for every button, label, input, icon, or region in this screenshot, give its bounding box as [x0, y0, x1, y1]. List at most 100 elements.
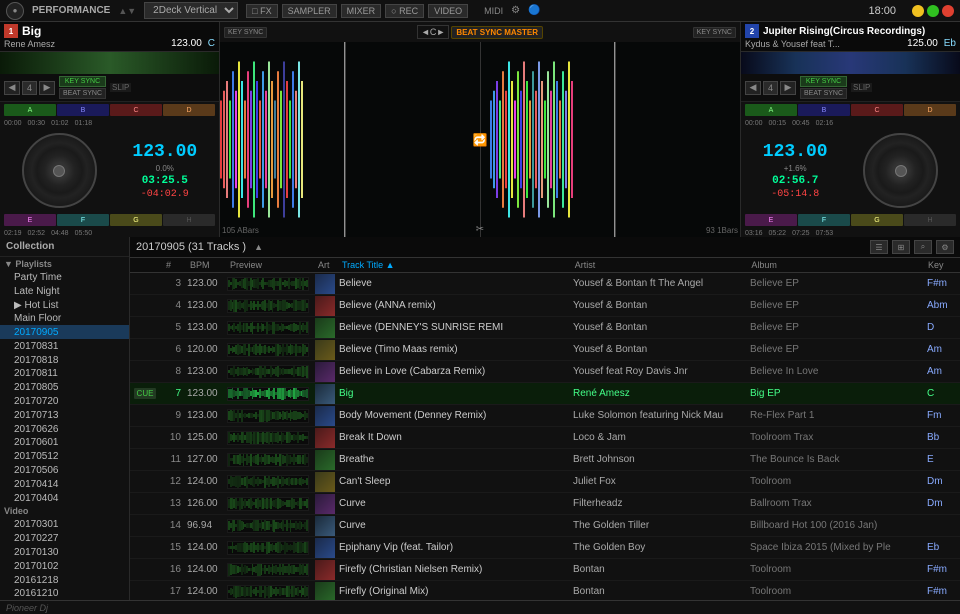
- track-preview[interactable]: [224, 563, 312, 577]
- track-row[interactable]: CUE 7 123.00 Big René Amesz Big EP C: [130, 383, 960, 405]
- sidebar-item-hot-list[interactable]: ▶ Hot List: [0, 298, 129, 312]
- col-album[interactable]: Album: [747, 260, 924, 270]
- tracks-scroll[interactable]: 3 123.00 Believe Yousef & Bontan ft The …: [130, 273, 960, 600]
- sidebar-item-20170404[interactable]: 20170404: [0, 491, 129, 505]
- beat-sync-master[interactable]: BEAT SYNC MASTER: [451, 26, 543, 39]
- sidebar-item-20170905[interactable]: 20170905: [0, 325, 129, 339]
- sidebar-item-20170130[interactable]: 20170130: [0, 545, 129, 559]
- track-preview[interactable]: [224, 453, 312, 467]
- track-row[interactable]: 11 127.00 Breathe Brett Johnson The Boun…: [130, 449, 960, 471]
- col-key[interactable]: Key: [924, 260, 960, 270]
- sidebar-item-playlists[interactable]: ▼ Playlists: [0, 257, 129, 270]
- deck1-hcue-e[interactable]: E: [4, 214, 56, 226]
- track-preview[interactable]: [224, 277, 312, 291]
- track-preview[interactable]: [224, 299, 312, 313]
- deck2-beat-sync[interactable]: BEAT SYNC: [800, 88, 847, 99]
- track-row[interactable]: 5 123.00 Believe (DENNEY'S SUNRISE REMI …: [130, 317, 960, 339]
- sidebar-item-20170818[interactable]: 20170818: [0, 353, 129, 367]
- track-preview[interactable]: [224, 321, 312, 335]
- mixer-button[interactable]: MIXER: [341, 4, 382, 18]
- deck2-hcue-h[interactable]: H: [904, 214, 956, 226]
- deck1-hcue-a[interactable]: A: [4, 104, 56, 116]
- track-preview[interactable]: [224, 387, 312, 401]
- sidebar-item-20170512[interactable]: 20170512: [0, 449, 129, 463]
- sidebar-item-20170414[interactable]: 20170414: [0, 477, 129, 491]
- deck1-beat-sync[interactable]: BEAT SYNC: [59, 88, 106, 99]
- track-row[interactable]: 17 124.00 Firefly (Original Mix) Bontan …: [130, 581, 960, 600]
- deck-mode-select[interactable]: 2Deck Vertical: [144, 2, 238, 19]
- deck1-hcue-h[interactable]: H: [163, 214, 215, 226]
- col-num[interactable]: #: [162, 260, 186, 270]
- deck1-key-sync[interactable]: KEY SYNC: [59, 76, 106, 87]
- scissors-icon[interactable]: ✂: [476, 224, 484, 235]
- sort-toggle[interactable]: ▲: [254, 242, 263, 252]
- deck2-hcue-b[interactable]: B: [798, 104, 850, 116]
- track-row[interactable]: 16 124.00 Firefly (Christian Nielsen Rem…: [130, 559, 960, 581]
- track-row[interactable]: 15 124.00 Epiphany Vip (feat. Tailor) Th…: [130, 537, 960, 559]
- close-button[interactable]: [942, 5, 954, 17]
- track-row[interactable]: 3 123.00 Believe Yousef & Bontan ft The …: [130, 273, 960, 295]
- track-preview[interactable]: [224, 475, 312, 489]
- deck2-prev[interactable]: ◀: [745, 81, 761, 95]
- deck2-hcue-a[interactable]: A: [745, 104, 797, 116]
- sidebar-item-late-night[interactable]: Late Night: [0, 284, 129, 298]
- track-preview[interactable]: [224, 519, 312, 533]
- track-row[interactable]: 14 96.94 Curve The Golden Tiller Billboa…: [130, 515, 960, 537]
- track-preview[interactable]: [224, 585, 312, 599]
- sidebar-item-main-floor[interactable]: Main Floor: [0, 311, 129, 325]
- track-row[interactable]: 13 126.00 Curve Filterheadz Ballroom Tra…: [130, 493, 960, 515]
- track-row[interactable]: 10 125.00 Break It Down Loco & Jam Toolr…: [130, 427, 960, 449]
- search-btn[interactable]: ⌕: [914, 240, 932, 254]
- sidebar-item-20170102[interactable]: 20170102: [0, 559, 129, 573]
- track-preview[interactable]: [224, 409, 312, 423]
- sidebar-item-20170626[interactable]: 20170626: [0, 422, 129, 436]
- sampler-button[interactable]: SAMPLER: [282, 4, 337, 18]
- settings-btn[interactable]: ⚙: [936, 240, 954, 254]
- deck1-hcue-b[interactable]: B: [57, 104, 109, 116]
- sidebar-item-20161218[interactable]: 20161218: [0, 573, 129, 587]
- track-preview[interactable]: [224, 343, 312, 357]
- deck1-hcue-f[interactable]: F: [57, 214, 109, 226]
- col-title[interactable]: Track Title ▲: [338, 260, 571, 270]
- col-artist[interactable]: Artist: [571, 260, 748, 270]
- track-preview[interactable]: [224, 497, 312, 511]
- minimize-button[interactable]: [912, 5, 924, 17]
- deck2-hcue-f[interactable]: F: [798, 214, 850, 226]
- sidebar-item-20170506[interactable]: 20170506: [0, 463, 129, 477]
- video-button[interactable]: VIDEO: [428, 4, 468, 18]
- sidebar-item-20170713[interactable]: 20170713: [0, 408, 129, 422]
- col-preview[interactable]: Preview: [226, 260, 314, 270]
- deck2-hcue-g[interactable]: G: [851, 214, 903, 226]
- sidebar-item-20170811[interactable]: 20170811: [0, 366, 129, 380]
- sidebar-item-20170720[interactable]: 20170720: [0, 394, 129, 408]
- rec-button[interactable]: ○ REC: [385, 4, 424, 18]
- sidebar-item-20161210[interactable]: 20161210: [0, 586, 129, 600]
- deck2-hcue-e[interactable]: E: [745, 214, 797, 226]
- sidebar-item-20170301[interactable]: 20170301: [0, 517, 129, 531]
- deck2-key-sync[interactable]: KEY SYNC: [800, 76, 847, 87]
- deck1-hcue-g[interactable]: G: [110, 214, 162, 226]
- track-preview[interactable]: [224, 541, 312, 555]
- sidebar-item-20170831[interactable]: 20170831: [0, 339, 129, 353]
- deck1-prev[interactable]: ◀: [4, 81, 20, 95]
- deck2-next[interactable]: ▶: [780, 81, 796, 95]
- track-preview[interactable]: [224, 365, 312, 379]
- sidebar-item-20170601[interactable]: 20170601: [0, 435, 129, 449]
- track-row[interactable]: 12 124.00 Can't Sleep Juliet Fox Toolroo…: [130, 471, 960, 493]
- track-row[interactable]: 9 123.00 Body Movement (Denney Remix) Lu…: [130, 405, 960, 427]
- deck1-hcue-d[interactable]: D: [163, 104, 215, 116]
- sidebar-item-party-time[interactable]: Party Time: [0, 270, 129, 284]
- maximize-button[interactable]: [927, 5, 939, 17]
- deck1-hcue-c[interactable]: C: [110, 104, 162, 116]
- track-preview[interactable]: [224, 431, 312, 445]
- key-sync-btn-1[interactable]: KEY SYNC: [224, 27, 267, 38]
- track-row[interactable]: 8 123.00 Believe in Love (Cabarza Remix)…: [130, 361, 960, 383]
- sidebar-item-20170805[interactable]: 20170805: [0, 380, 129, 394]
- grid-view-btn[interactable]: ⊞: [892, 240, 910, 254]
- sidebar-item-video[interactable]: Video: [0, 504, 129, 517]
- deck1-next[interactable]: ▶: [39, 81, 55, 95]
- key-sync-btn-2[interactable]: KEY SYNC: [693, 27, 736, 38]
- col-bpm[interactable]: BPM: [186, 260, 226, 270]
- track-row[interactable]: 4 123.00 Believe (ANNA remix) Yousef & B…: [130, 295, 960, 317]
- deck2-hcue-d[interactable]: D: [904, 104, 956, 116]
